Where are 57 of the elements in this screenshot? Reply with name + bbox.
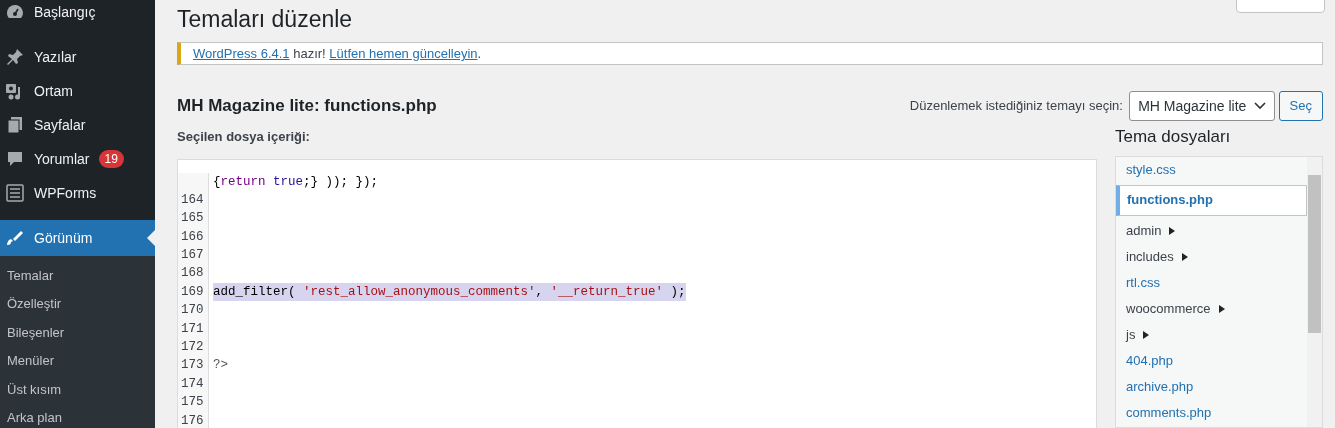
form-icon [5,183,25,203]
file-heading: MH Magazine lite: functions.php [177,95,437,117]
theme-select[interactable]: MH Magazine lite [1129,91,1276,121]
line-number: 165 [178,209,209,228]
speech-bubble-icon [5,149,25,169]
pin-icon [5,47,25,67]
menu-item[interactable]: Yazılar [0,40,155,74]
file-item[interactable]: 404.php [1116,347,1307,374]
submenu-item[interactable]: Bileşenler [0,317,155,347]
line-number: 167 [178,246,209,265]
menu-item[interactable]: Başlangıç [0,0,155,29]
folder-item[interactable]: includes [1116,243,1307,270]
files-title: Tema dosyaları [1115,126,1232,148]
submenu-item[interactable]: Temalar [0,261,155,290]
menu-pointer [147,230,155,246]
line-number: 172 [178,338,209,357]
count-badge: 19 [98,150,124,168]
scrollbar[interactable] [1307,156,1322,427]
submenu-item[interactable]: Menüler [0,346,155,375]
content-label: Seçilen dosya içeriği: [177,128,311,146]
menu-item[interactable]: Sayfalar [0,108,155,142]
file-item[interactable]: comments.php [1116,399,1307,426]
code-editor[interactable]: {return true;} )); }); 164 165 166 167 168 169 add_filter( 'rest_allow_anonymous_comments', '__return_true' ); 170 171 172 173 ?> 174 175 176 [177,158,1097,428]
folder-item[interactable]: woocommerce [1116,295,1307,322]
line-number: 168 [178,264,209,283]
update-link[interactable]: WordPress 6.4.1 [193,46,290,61]
update-notice: WordPress 6.4.1 hazır! Lütfen hemen güncelleyin. [177,42,1323,65]
folder-item[interactable]: admin [1116,217,1307,244]
file-item[interactable]: rtl.css [1116,269,1307,296]
menu-item[interactable]: Yorumlar 19 [0,142,155,176]
line-number: 170 [178,301,209,320]
code-line: ?> [213,357,228,375]
submenu-item[interactable]: Özelleştir [0,289,155,318]
menu-item[interactable]: WPForms [0,176,155,210]
menu-item[interactable]: Görünüm [0,220,155,256]
page-title: Temaları düzenle [177,5,353,34]
code-line: {return true;} )); }); [213,173,379,191]
triangle-right-icon [1181,252,1188,261]
update-now-link[interactable]: Lütfen hemen güncelleyin [329,46,478,61]
menu-item[interactable]: Ortam [0,74,155,108]
paintbrush-icon [5,228,25,248]
submenu-item[interactable]: Arka plan [0,402,155,428]
scrollbar-thumb[interactable] [1308,174,1321,333]
triangle-right-icon [1169,226,1176,235]
pages-icon [5,115,25,135]
triangle-right-icon [1143,330,1150,339]
theme-select-label: Düzenlemek istediğiniz temayı seçin: [909,97,1123,116]
line-number: 175 [178,393,209,412]
line-number: 173 [178,356,209,375]
file-item[interactable]: archive.php [1116,373,1307,400]
chevron-down-icon [1254,102,1267,110]
folder-item[interactable]: js [1116,321,1307,348]
select-button[interactable]: Seç [1278,91,1323,121]
triangle-right-icon [1218,304,1225,313]
submenu-item[interactable]: Üst kısım [0,374,155,403]
file-item[interactable]: style.css [1116,156,1307,183]
file-item[interactable]: functions.php [1116,184,1307,216]
